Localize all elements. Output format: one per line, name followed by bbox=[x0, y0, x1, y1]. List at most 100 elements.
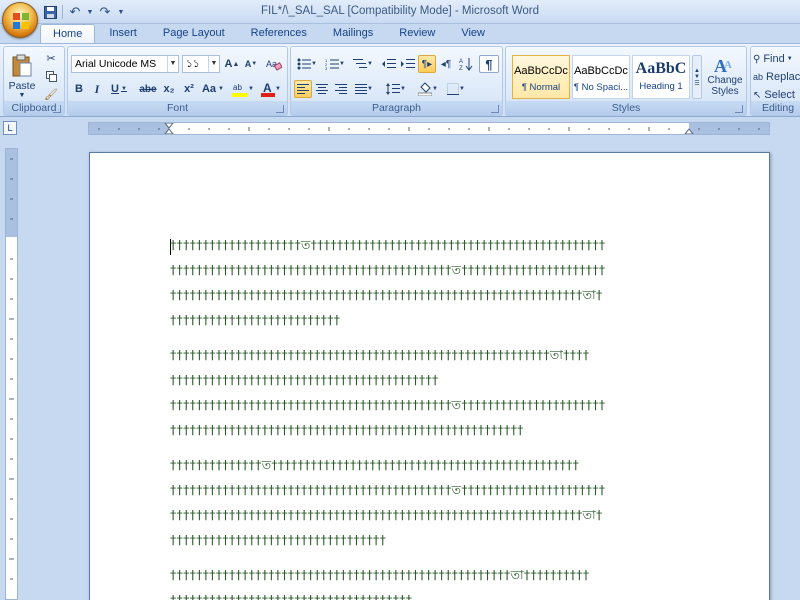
dialog-launcher-icon[interactable] bbox=[491, 105, 499, 113]
font-group-label: Font bbox=[68, 101, 287, 115]
rtl-direction-button[interactable]: ◂¶ bbox=[437, 55, 455, 73]
font-name-value: Arial Unicode MS bbox=[75, 58, 157, 70]
change-styles-button[interactable]: AA Change Styles bbox=[704, 49, 746, 103]
paste-label: Paste bbox=[8, 79, 36, 92]
ruler-row: L bbox=[0, 118, 800, 138]
paragraph[interactable]: ††††††††††††††††††††††††††††††††††††††††… bbox=[170, 562, 690, 600]
text-line: ††††††††††††††††††††††††††††††††††††††††… bbox=[170, 287, 603, 302]
justify-icon bbox=[355, 83, 368, 94]
office-logo-icon bbox=[13, 13, 29, 29]
decrease-indent-button[interactable] bbox=[380, 55, 398, 73]
style-no-spacing[interactable]: AaBbCcDc ¶ No Spaci... bbox=[572, 55, 630, 99]
highlight-button[interactable]: ab ▼ bbox=[230, 80, 256, 98]
style-sample: AaBbCcDc bbox=[514, 65, 568, 77]
style-sample: AaBbCcDc bbox=[574, 65, 628, 77]
title-bar: ↶ ▼ ↷ ▼ FIL*/\_SAL_SAL [Compatibility Mo… bbox=[0, 0, 800, 24]
decrease-indent-icon bbox=[382, 59, 396, 68]
shading-button[interactable]: ▼ bbox=[415, 80, 441, 98]
borders-button[interactable]: ▼ bbox=[443, 80, 469, 98]
horizontal-ruler[interactable] bbox=[88, 122, 770, 135]
align-left-icon bbox=[297, 83, 309, 94]
tab-mailings[interactable]: Mailings bbox=[321, 24, 385, 44]
superscript-button[interactable]: x² bbox=[180, 80, 198, 98]
office-button[interactable] bbox=[2, 2, 38, 38]
multilevel-list-button[interactable]: ▼ bbox=[350, 55, 376, 73]
line-spacing-icon bbox=[386, 83, 401, 95]
tab-references[interactable]: References bbox=[239, 24, 319, 44]
svg-text:3: 3 bbox=[325, 66, 328, 70]
svg-text:A: A bbox=[459, 59, 463, 65]
replace-button[interactable]: abReplace bbox=[753, 68, 800, 86]
align-right-button[interactable] bbox=[332, 80, 350, 98]
bullets-button[interactable]: ▼ bbox=[294, 55, 320, 73]
font-size-combo[interactable]: ১১ ▼ bbox=[182, 55, 220, 73]
style-normal[interactable]: AaBbCcDc ¶ Normal bbox=[512, 55, 570, 99]
tab-insert[interactable]: Insert bbox=[97, 24, 149, 44]
tab-view[interactable]: View bbox=[449, 24, 497, 44]
rtl-paragraph-icon: ◂¶ bbox=[440, 58, 452, 70]
sort-icon: AZ bbox=[459, 58, 473, 71]
find-label: Find bbox=[763, 53, 785, 65]
copy-button[interactable] bbox=[42, 67, 60, 85]
ribbon-tabs: Home Insert Page Layout References Maili… bbox=[40, 24, 499, 44]
style-name: Heading 1 bbox=[639, 81, 683, 92]
sort-button[interactable]: AZ bbox=[457, 55, 475, 73]
numbered-list-icon: 123 bbox=[325, 58, 340, 70]
increase-indent-button[interactable] bbox=[399, 55, 417, 73]
grow-font-label: A bbox=[224, 58, 233, 70]
find-button[interactable]: ⚲ Find ▼ bbox=[753, 50, 800, 68]
font-size-value: ১১ bbox=[186, 58, 200, 70]
styles-gallery-scroll[interactable]: ▲ ▼ ☰ bbox=[692, 55, 702, 99]
paragraph[interactable]: ††††††††††††††ত†††††††††††††††††††††††††… bbox=[170, 452, 690, 552]
text-line: ††††††††††††††ত†††††††††††††††††††††††††… bbox=[170, 457, 580, 472]
align-center-button[interactable] bbox=[313, 80, 331, 98]
font-name-combo[interactable]: Arial Unicode MS ▼ bbox=[71, 55, 179, 73]
paste-button[interactable]: Paste ▼ bbox=[7, 49, 37, 103]
dialog-launcher-icon[interactable] bbox=[276, 105, 284, 113]
cut-button[interactable]: ✂ bbox=[42, 49, 60, 67]
justify-button[interactable]: ▼ bbox=[351, 80, 377, 98]
tab-review[interactable]: Review bbox=[387, 24, 447, 44]
tab-page-layout[interactable]: Page Layout bbox=[151, 24, 237, 44]
line-spacing-button[interactable]: ▼ bbox=[383, 80, 409, 98]
font-color-button[interactable]: A ▼ bbox=[258, 80, 284, 98]
subscript-button[interactable]: x₂ bbox=[160, 80, 178, 98]
text-line: ††††††††††††††††††††††††††††††††††††† bbox=[170, 592, 413, 600]
text-line: ††††††††††††††††††††††††††††††††††††††††… bbox=[170, 347, 590, 362]
multilevel-list-icon bbox=[353, 59, 368, 68]
underline-button[interactable]: U ▼ bbox=[107, 80, 131, 98]
document-page[interactable]: ††††††††††††††††††††ত†††††††††††††††††††… bbox=[89, 152, 770, 600]
shrink-font-button[interactable]: A ▼ bbox=[242, 55, 260, 73]
align-left-button[interactable] bbox=[294, 80, 312, 98]
paragraph[interactable]: ††††††††††††††††††††ত†††††††††††††††††††… bbox=[170, 232, 690, 332]
dialog-launcher-icon[interactable] bbox=[735, 105, 743, 113]
vertical-ruler[interactable] bbox=[5, 148, 18, 600]
italic-button[interactable]: I bbox=[89, 80, 105, 98]
text-line: ††††††††††††††††††††ত†††††††††††††††††††… bbox=[170, 237, 606, 252]
align-center-icon bbox=[316, 83, 328, 94]
strikethrough-label: abe bbox=[139, 83, 157, 95]
paste-icon bbox=[12, 54, 32, 76]
style-heading-1[interactable]: AaBbC Heading 1 bbox=[632, 55, 690, 99]
ltr-direction-button[interactable]: ¶▸ bbox=[418, 55, 436, 73]
copy-icon bbox=[45, 70, 57, 82]
window-title: FIL*/\_SAL_SAL [Compatibility Mode] - Mi… bbox=[260, 5, 540, 17]
bold-button[interactable]: B bbox=[71, 80, 87, 98]
tab-selector[interactable]: L bbox=[3, 121, 17, 135]
paragraph-group-label: Paragraph bbox=[291, 101, 502, 115]
tab-home[interactable]: Home bbox=[40, 24, 96, 44]
clear-formatting-button[interactable]: Aa bbox=[264, 55, 284, 73]
ltr-paragraph-icon: ¶▸ bbox=[421, 58, 433, 70]
eraser-icon: Aa bbox=[266, 59, 282, 71]
grow-font-button[interactable]: A ▲ bbox=[223, 55, 241, 73]
cursor-arrow-icon: ↖ bbox=[753, 89, 762, 101]
ribbon: Paste ▼ ✂ 🖌 Clipboard Arial Unicode MS ▼… bbox=[0, 43, 800, 117]
strikethrough-button[interactable]: abe bbox=[138, 80, 158, 98]
dialog-launcher-icon[interactable] bbox=[53, 105, 61, 113]
change-case-button[interactable]: Aa ▼ bbox=[200, 80, 226, 98]
show-hide-button[interactable]: ¶ bbox=[479, 55, 499, 73]
replace-icon: ab bbox=[753, 72, 764, 82]
paragraph[interactable]: ††††††††††††††††††††††††††††††††††††††††… bbox=[170, 342, 690, 442]
vertical-ruler-ticks bbox=[9, 158, 14, 580]
numbering-button[interactable]: 1 2 3 ▼ bbox=[322, 55, 348, 73]
